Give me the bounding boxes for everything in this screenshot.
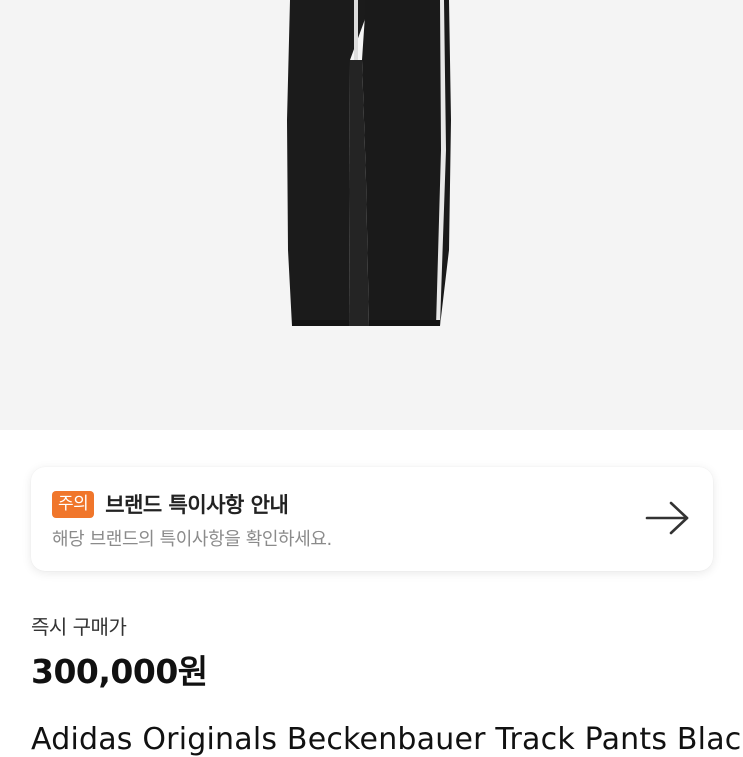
brand-notice-subtitle: 해당 브랜드의 특이사항을 확인하세요. xyxy=(52,529,332,550)
brand-notice-card[interactable]: 주의 브랜드 특이사항 안내 해당 브랜드의 특이사항을 확인하세요. xyxy=(31,467,713,571)
arrow-right-icon[interactable] xyxy=(645,500,691,536)
caution-badge: 주의 xyxy=(52,490,95,518)
brand-notice-title: 브랜드 특이사항 안내 xyxy=(105,493,289,517)
product-image-area[interactable] xyxy=(0,0,743,430)
product-title: Adidas Originals Beckenbauer Track Pants… xyxy=(31,722,743,757)
brand-notice-header: 주의 브랜드 특이사항 안내 xyxy=(52,489,289,519)
instant-buy-price: 300,000원 xyxy=(31,652,208,691)
product-image xyxy=(287,0,451,326)
instant-buy-price-label: 즉시 구매가 xyxy=(31,615,127,639)
